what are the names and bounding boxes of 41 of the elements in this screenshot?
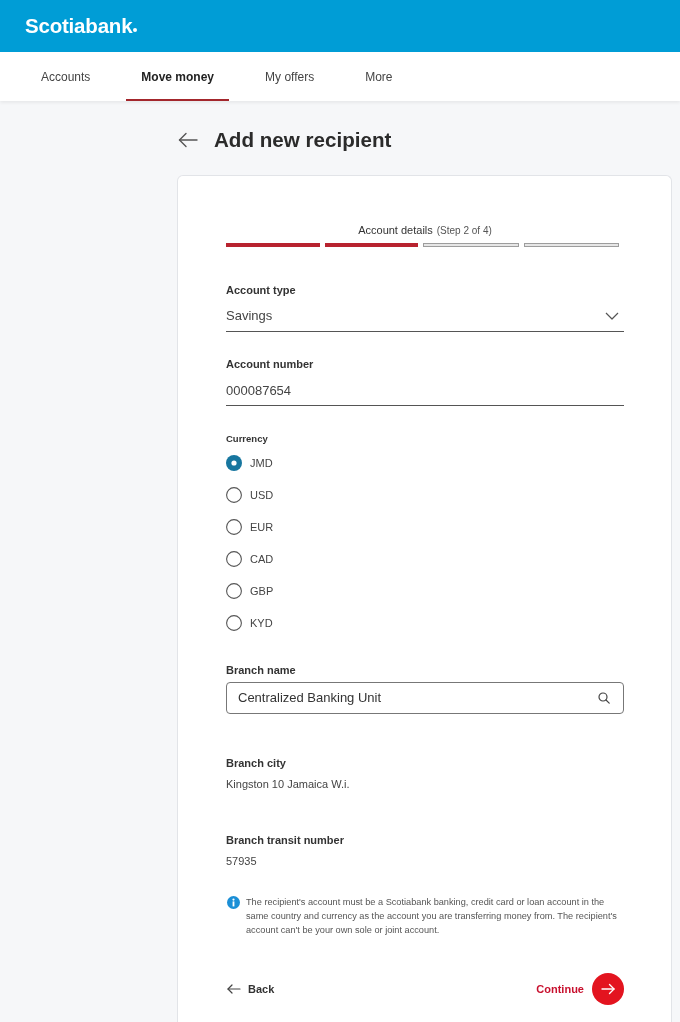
back-button[interactable]: Back xyxy=(226,983,275,995)
nav-tab[interactable]: Move money xyxy=(126,52,230,101)
field-value: 57935 xyxy=(226,854,258,868)
nav-tab[interactable]: My offers xyxy=(250,52,330,101)
radio-button[interactable] xyxy=(226,519,242,535)
field-value: Kingston 10 Jamaica W.i. xyxy=(226,777,351,791)
field-label: Account type xyxy=(226,283,297,297)
radio-button[interactable] xyxy=(226,487,242,503)
continue-button[interactable]: Continue xyxy=(536,973,624,1005)
info-icon xyxy=(227,896,240,909)
chevron-down-icon xyxy=(605,312,619,320)
page-title: Add new recipient xyxy=(214,127,392,153)
radio-label[interactable]: CAD xyxy=(250,553,274,565)
notice-text: The recipient's account must be a Scotiabank banking, credit card or loan account in the same country and currency as the account you are transferring money from. The recipient's account can't be your own sole or joint account. xyxy=(246,896,618,937)
radio-button[interactable] xyxy=(226,583,242,599)
branch-search-field[interactable]: Centralized Banking Unit xyxy=(226,682,624,714)
field-label: Branch city xyxy=(226,756,287,770)
step-title: Account details xyxy=(358,224,433,236)
nav-tab[interactable]: More xyxy=(350,52,408,101)
radio-button[interactable] xyxy=(226,615,242,631)
radio-label[interactable]: JMD xyxy=(250,457,273,469)
radio-label[interactable]: GBP xyxy=(250,585,274,597)
field-label: Branch name xyxy=(226,663,297,677)
logo-text: Scotiabank xyxy=(25,14,133,38)
arrow-right-icon xyxy=(592,973,624,1005)
field-label: Account number xyxy=(226,357,315,371)
field-label: Branch transit number xyxy=(226,833,345,847)
arrow-left-icon xyxy=(227,984,241,994)
radio-button[interactable] xyxy=(226,455,242,471)
logo-dot-icon xyxy=(133,28,138,32)
field-label: Currency xyxy=(226,433,269,445)
radio-label[interactable]: USD xyxy=(250,489,274,501)
step-count: (Step 2 of 4) xyxy=(436,225,492,236)
back-arrow-icon[interactable] xyxy=(178,132,198,148)
text-input-field[interactable]: 000087654 xyxy=(226,380,624,406)
radio-label[interactable]: KYD xyxy=(250,617,273,629)
radio-button[interactable] xyxy=(226,551,242,567)
radio-label[interactable]: EUR xyxy=(250,521,274,533)
nav-tab[interactable]: Accounts xyxy=(26,52,106,101)
account-type-select[interactable]: Savings xyxy=(226,306,624,332)
search-icon xyxy=(598,692,610,704)
